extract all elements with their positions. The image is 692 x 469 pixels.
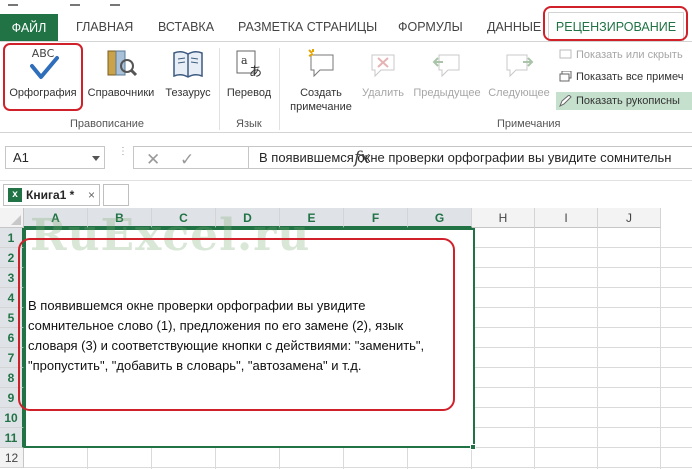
thesaurus-button[interactable]: Тезаурус (160, 46, 216, 100)
tab-formulas[interactable]: ФОРМУЛЫ (398, 20, 463, 34)
tab-page-layout[interactable]: РАЗМЕТКА СТРАНИЦЫ (238, 20, 377, 34)
excel-window: ФАЙЛ ГЛАВНАЯ ВСТАВКА РАЗМЕТКА СТРАНИЦЫ Ф… (0, 0, 692, 469)
name-box-value: A1 (13, 150, 29, 165)
next-comment-icon (506, 54, 534, 78)
thesaurus-label: Тезаурус (165, 87, 211, 99)
column-header-g[interactable]: G (408, 208, 472, 228)
name-box[interactable]: A1 (5, 146, 105, 169)
formula-bar-grip[interactable]: ⋮ (118, 147, 128, 164)
previous-comment-button[interactable]: Предыдущее (410, 46, 484, 100)
undo-icon[interactable] (70, 0, 80, 6)
new-comment-button[interactable]: Создать примечание (283, 46, 359, 114)
save-icon[interactable] (8, 0, 18, 6)
row-gridline (24, 467, 692, 468)
thesaurus-book-icon (173, 50, 203, 78)
workbook-tab-strip: x Книга1 * × (0, 180, 692, 208)
excel-icon: x (8, 188, 22, 202)
column-header-f[interactable]: F (344, 208, 408, 228)
workbook-name: Книга1 * (26, 188, 75, 202)
next-comment-label: Следующее (488, 87, 550, 99)
research-button[interactable]: Справочники (83, 46, 159, 100)
fill-handle[interactable] (470, 444, 476, 450)
ribbon-separator (219, 48, 220, 130)
workbook-tab[interactable]: x Книга1 * × (3, 184, 100, 206)
show-ink-icon (559, 94, 572, 108)
new-comment-label-2: примечание (290, 101, 352, 113)
cell-text-highlight (18, 238, 455, 411)
row-header-10[interactable]: 10 (0, 408, 24, 428)
previous-comment-label: Предыдущее (413, 87, 481, 99)
ribbon-review: ABC Орфография Справочники Тезаурус Прав… (0, 41, 692, 133)
research-label: Справочники (87, 87, 155, 99)
show-hide-comment-button[interactable]: Показать или скрыть (556, 46, 683, 64)
chevron-down-icon[interactable] (92, 156, 100, 161)
show-all-comments-label: Показать все примеч (576, 71, 684, 83)
review-tab-highlight (543, 6, 688, 41)
research-icon (107, 50, 138, 77)
formula-input[interactable]: В появившемся окне проверки орфографии в… (248, 146, 692, 169)
translate-button[interactable]: a あ Перевод (222, 46, 276, 100)
column-gridline (597, 228, 598, 469)
new-comment-icon (308, 49, 334, 78)
delete-comment-icon (371, 54, 395, 78)
close-icon[interactable]: × (88, 185, 95, 205)
tab-data[interactable]: ДАННЫЕ (487, 20, 541, 34)
show-ink-button[interactable]: Показать рукописны (556, 92, 692, 110)
column-header-j[interactable]: J (598, 208, 661, 228)
show-all-comments-icon (559, 70, 572, 83)
formula-buttons: ✕ ✓ fx (133, 146, 370, 170)
column-gridline (660, 228, 661, 469)
ribbon-separator (279, 48, 280, 130)
new-comment-label-1: Создать (300, 87, 342, 99)
spelling-button-highlight (3, 43, 83, 111)
translate-icon: a あ (236, 50, 262, 80)
show-hide-comment-icon (559, 49, 572, 61)
tab-home[interactable]: ГЛАВНАЯ (76, 20, 133, 34)
cancel-icon[interactable]: ✕ (146, 150, 160, 170)
next-comment-button[interactable]: Следующее (484, 46, 554, 100)
language-group-label: Язык (236, 118, 262, 130)
enter-icon[interactable]: ✓ (180, 150, 194, 170)
tab-file[interactable]: ФАЙЛ (0, 14, 58, 42)
row-header-12[interactable]: 12 (0, 448, 24, 468)
tab-insert[interactable]: ВСТАВКА (158, 20, 214, 34)
select-all-button[interactable] (0, 208, 24, 228)
formula-bar: A1 ⋮ ✕ ✓ fx В появившемся окне проверки … (0, 134, 692, 179)
row-header-11[interactable]: 11 (0, 428, 24, 448)
column-header-h[interactable]: H (472, 208, 535, 228)
worksheet-grid[interactable]: ABCDEFGHIJ 1 2 3 4 5 6 7 8 9 10 11 12 RuExcel.ru В … (0, 208, 692, 469)
column-gridline (534, 228, 535, 469)
show-ink-label: Показать рукописны (576, 95, 680, 107)
delete-comment-label: Удалить (362, 87, 404, 99)
column-header-i[interactable]: I (535, 208, 598, 228)
previous-comment-icon (432, 54, 460, 78)
comments-group-label: Примечания (497, 118, 561, 130)
proofing-group-label: Правописание (70, 118, 145, 130)
svg-text:あ: あ (249, 65, 262, 80)
show-hide-comment-label: Показать или скрыть (576, 49, 683, 61)
show-all-comments-button[interactable]: Показать все примеч (556, 68, 683, 86)
svg-text:a: a (241, 54, 248, 67)
new-workbook-tab[interactable] (103, 184, 129, 206)
redo-icon[interactable] (110, 0, 120, 6)
translate-label: Перевод (226, 87, 272, 99)
delete-comment-button[interactable]: Удалить (358, 46, 408, 100)
